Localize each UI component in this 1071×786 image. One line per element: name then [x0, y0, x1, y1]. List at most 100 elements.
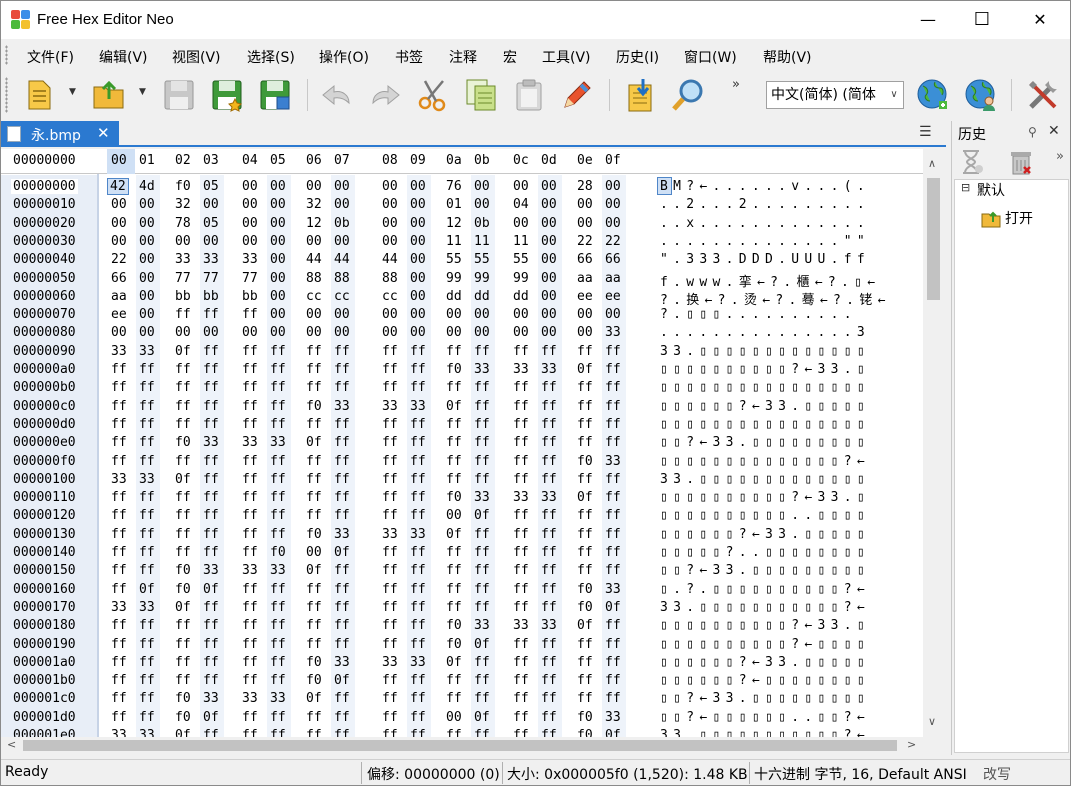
- hex-byte[interactable]: 00: [410, 216, 426, 231]
- menu-history[interactable]: 历史(I): [616, 47, 659, 67]
- hex-byte[interactable]: ff: [139, 618, 155, 633]
- hex-byte[interactable]: ff: [203, 618, 219, 633]
- hex-byte[interactable]: ff: [139, 490, 155, 505]
- menu-window[interactable]: 窗口(W): [684, 47, 737, 67]
- hex-byte[interactable]: ff: [410, 435, 426, 450]
- hex-row[interactable]: 000000f0 ff ff ff ff ff ff ff ff ff ff ff ff ff ff f0 33…: [1, 452, 923, 470]
- hex-byte[interactable]: ff: [242, 490, 258, 505]
- find-icon[interactable]: [671, 77, 707, 113]
- hex-byte[interactable]: ff: [474, 691, 490, 706]
- hex-byte[interactable]: ff: [410, 417, 426, 432]
- hex-byte[interactable]: ff: [203, 380, 219, 395]
- hex-byte[interactable]: ff: [474, 527, 490, 542]
- hex-byte[interactable]: ff: [513, 417, 529, 432]
- hex-byte[interactable]: 00: [410, 179, 426, 194]
- hex-byte[interactable]: 33: [242, 252, 258, 267]
- hex-byte[interactable]: ff: [541, 728, 557, 737]
- hex-byte[interactable]: ff: [242, 417, 258, 432]
- hex-byte[interactable]: ff: [577, 472, 593, 487]
- hex-byte[interactable]: 00: [111, 216, 127, 231]
- hex-byte[interactable]: ff: [605, 472, 621, 487]
- hex-byte[interactable]: 00: [139, 307, 155, 322]
- hex-byte[interactable]: f0: [446, 490, 462, 505]
- hex-byte[interactable]: ff: [139, 637, 155, 652]
- globe-user-icon[interactable]: [963, 77, 999, 113]
- hex-byte[interactable]: ff: [111, 655, 127, 670]
- hex-byte[interactable]: 00: [410, 325, 426, 340]
- hex-byte[interactable]: dd: [474, 289, 490, 304]
- hex-byte[interactable]: aa: [605, 271, 621, 286]
- hex-byte[interactable]: 77: [242, 271, 258, 286]
- hex-byte[interactable]: ff: [577, 655, 593, 670]
- hex-byte[interactable]: 00: [139, 271, 155, 286]
- hex-byte[interactable]: ff: [382, 344, 398, 359]
- hex-row[interactable]: 00000050 66 00 77 77 77 00 88 88 88 00 99 99 99 00 aa aa…: [1, 269, 923, 290]
- globe-icon[interactable]: [915, 77, 951, 113]
- hex-byte[interactable]: ff: [513, 600, 529, 615]
- hex-row[interactable]: 00000120 ff ff ff ff ff ff ff ff ff ff 00 0f ff ff ff ff…: [1, 506, 923, 524]
- hex-byte[interactable]: 00: [541, 271, 557, 286]
- ascii-text[interactable]: ▯▯▯▯▯▯▯▯▯▯?←33.▯: [660, 362, 870, 377]
- hex-byte[interactable]: ff: [382, 618, 398, 633]
- menu-tools[interactable]: 工具(V): [542, 47, 591, 67]
- hex-byte[interactable]: ff: [306, 362, 322, 377]
- hex-byte[interactable]: ff: [111, 637, 127, 652]
- hex-byte[interactable]: ff: [541, 545, 557, 560]
- hex-byte[interactable]: 00: [446, 710, 462, 725]
- hex-byte[interactable]: 00: [270, 252, 286, 267]
- hex-byte[interactable]: 00: [382, 197, 398, 212]
- hex-row[interactable]: 00000110 ff ff ff ff ff ff ff ff ff ff f0 33 33 33 0f ff…: [1, 488, 923, 506]
- hex-byte[interactable]: 00: [577, 216, 593, 231]
- hex-byte[interactable]: ff: [513, 637, 529, 652]
- hex-byte[interactable]: ff: [242, 545, 258, 560]
- hex-byte[interactable]: ff: [203, 600, 219, 615]
- hex-byte[interactable]: 44: [306, 252, 322, 267]
- hex-byte[interactable]: 33: [474, 362, 490, 377]
- hex-byte[interactable]: ff: [446, 563, 462, 578]
- hex-byte[interactable]: ff: [306, 380, 322, 395]
- hex-byte[interactable]: 00: [203, 325, 219, 340]
- menu-view[interactable]: 视图(V): [172, 47, 221, 67]
- hex-byte[interactable]: 33: [111, 728, 127, 737]
- hex-byte[interactable]: ff: [474, 454, 490, 469]
- ascii-text[interactable]: ▯▯?←33.▯▯▯▯▯▯▯▯▯: [660, 563, 870, 578]
- hex-byte[interactable]: 33: [410, 655, 426, 670]
- hex-byte[interactable]: ff: [410, 454, 426, 469]
- hex-byte[interactable]: ff: [446, 545, 462, 560]
- hex-byte[interactable]: ff: [242, 472, 258, 487]
- hex-byte[interactable]: ff: [139, 545, 155, 560]
- scroll-up-icon[interactable]: ∧: [928, 157, 936, 170]
- hex-byte[interactable]: ff: [203, 655, 219, 670]
- hex-byte[interactable]: ff: [306, 454, 322, 469]
- hex-byte[interactable]: ff: [334, 637, 350, 652]
- hex-byte[interactable]: 78: [175, 216, 191, 231]
- hex-row[interactable]: 000000b0 ff ff ff ff ff ff ff ff ff ff ff ff ff ff ff ff…: [1, 378, 923, 396]
- hex-byte[interactable]: 0f: [474, 637, 490, 652]
- hex-byte[interactable]: ff: [446, 472, 462, 487]
- hex-byte[interactable]: 00: [111, 197, 127, 212]
- hex-byte[interactable]: f0: [306, 673, 322, 688]
- hex-byte[interactable]: ff: [382, 380, 398, 395]
- hex-byte[interactable]: ff: [175, 673, 191, 688]
- hex-byte[interactable]: 77: [203, 271, 219, 286]
- scroll-right-icon[interactable]: >: [907, 738, 916, 751]
- hex-byte[interactable]: 33: [242, 435, 258, 450]
- hex-byte[interactable]: ff: [605, 527, 621, 542]
- hex-byte[interactable]: 00: [605, 216, 621, 231]
- hex-byte[interactable]: ff: [270, 728, 286, 737]
- ascii-text[interactable]: ▯▯▯▯▯▯▯▯▯▯?←▯▯▯▯: [660, 637, 870, 652]
- hex-byte[interactable]: 00: [139, 252, 155, 267]
- hex-byte[interactable]: ff: [270, 490, 286, 505]
- hex-byte[interactable]: 42: [107, 178, 129, 195]
- hex-byte[interactable]: ff: [513, 527, 529, 542]
- horizontal-scrollbar[interactable]: < >: [1, 737, 923, 754]
- hex-byte[interactable]: ff: [382, 490, 398, 505]
- hex-byte[interactable]: ff: [410, 508, 426, 523]
- hex-byte[interactable]: ff: [203, 307, 219, 322]
- hex-byte[interactable]: ff: [541, 527, 557, 542]
- hex-byte[interactable]: ff: [270, 655, 286, 670]
- history-overflow-icon[interactable]: »: [1056, 149, 1064, 164]
- hex-byte[interactable]: 55: [474, 252, 490, 267]
- new-file-icon[interactable]: [21, 77, 57, 113]
- hex-byte[interactable]: 00: [334, 234, 350, 249]
